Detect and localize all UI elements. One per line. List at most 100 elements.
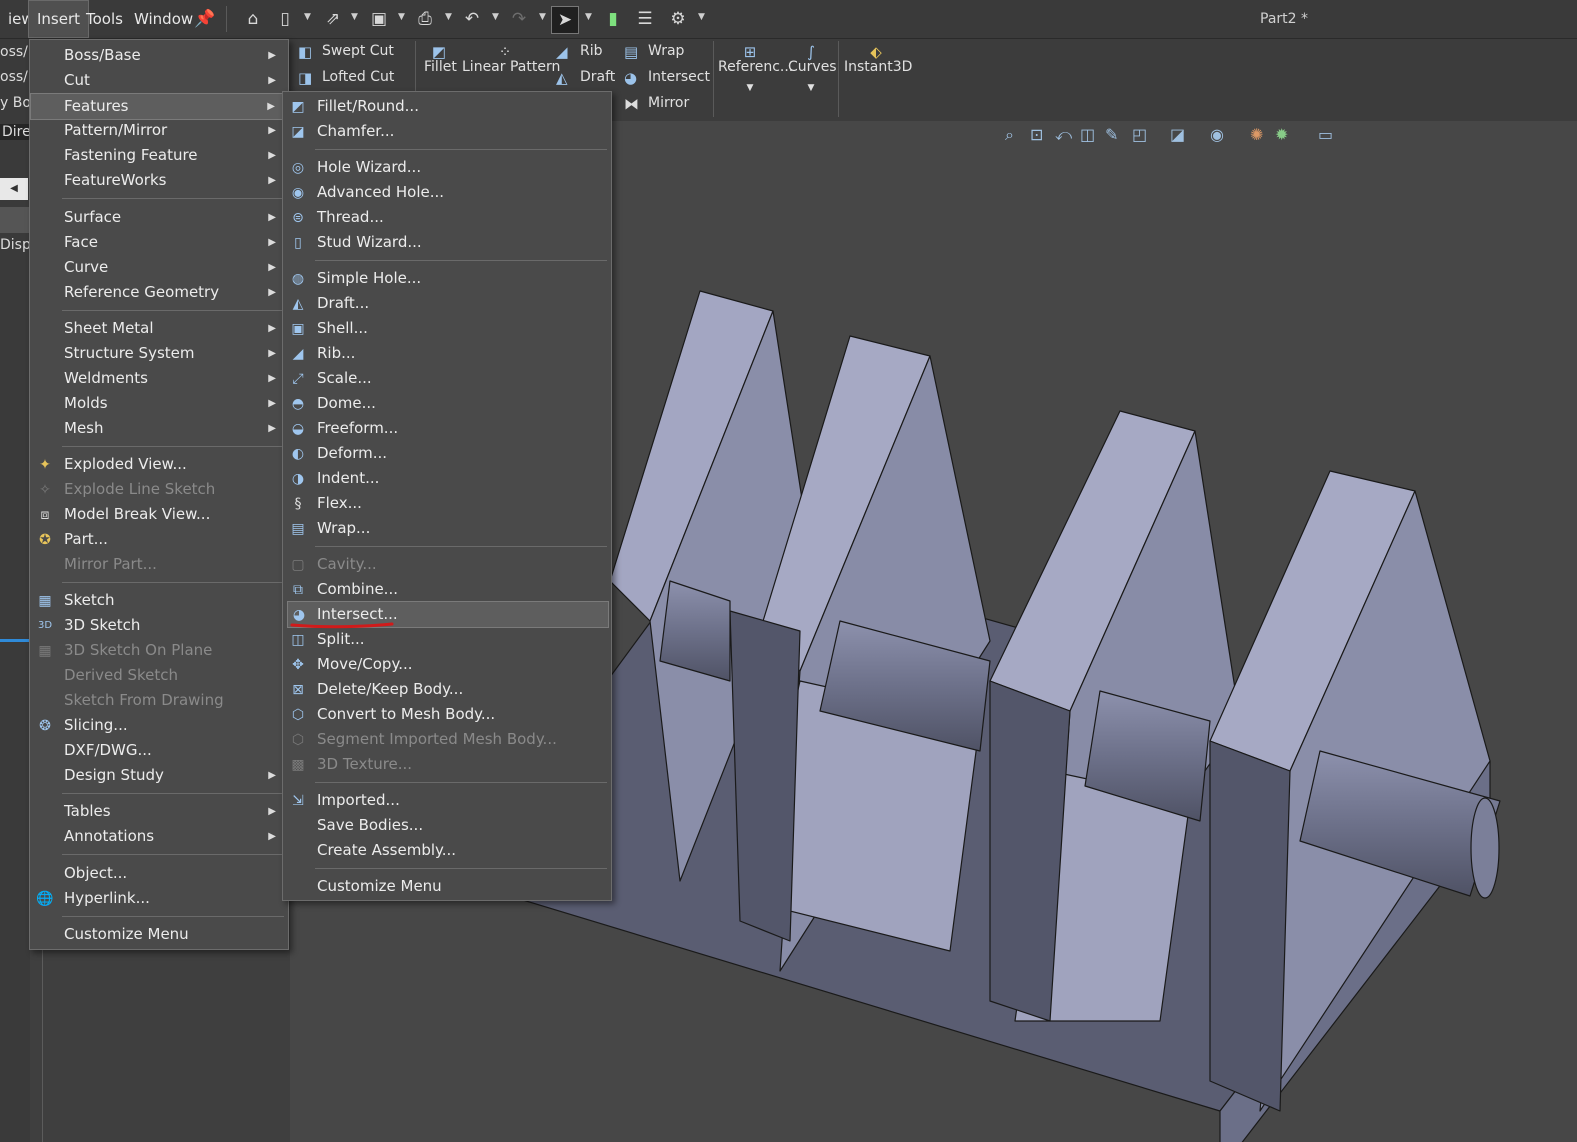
appearance-icon[interactable]: ✺ (1250, 125, 1263, 144)
menu-item-face[interactable]: Face ▶ (30, 230, 288, 255)
redo-icon[interactable]: ↷ (506, 6, 532, 32)
menu-item-convert-to-mesh-body[interactable]: ⬡ Convert to Mesh Body... (283, 702, 611, 727)
zoom-area-icon[interactable]: ⊡ (1030, 125, 1043, 144)
new-document-icon[interactable]: ▯ (272, 6, 298, 32)
chevron-down-icon[interactable]: ▼ (351, 12, 358, 22)
menu-item-tables[interactable]: Tables ▶ (30, 799, 288, 824)
menu-item-shell[interactable]: ▣ Shell... (283, 316, 611, 341)
draft-button[interactable]: ◭ Draft (556, 69, 615, 87)
menu-item-wrap[interactable]: ▤ Wrap... (283, 516, 611, 541)
chevron-down-icon[interactable]: ▼ (445, 12, 452, 22)
menu-item-save-bodies[interactable]: Save Bodies... (283, 813, 611, 838)
menu-item-delete-keep-body[interactable]: ⊠ Delete/Keep Body... (283, 677, 611, 702)
hide-show-icon[interactable]: ◉ (1210, 125, 1224, 144)
open-icon[interactable]: ⇗ (320, 6, 346, 32)
home-icon[interactable]: ⌂ (240, 6, 266, 32)
menu-item-molds[interactable]: Molds ▶ (30, 391, 288, 416)
view-settings-icon[interactable]: ▭ (1318, 125, 1333, 144)
menu-item-mesh[interactable]: Mesh ▶ (30, 416, 288, 441)
gear-icon[interactable]: ⚙ (665, 6, 691, 32)
menu-item-simple-hole[interactable]: ◍ Simple Hole... (283, 266, 611, 291)
save-icon[interactable]: ▣ (366, 6, 392, 32)
menu-item-featureworks[interactable]: FeatureWorks ▶ (30, 168, 288, 193)
curves-button[interactable]: ∫ Curves ▼ (788, 43, 837, 93)
menu-item-hyperlink[interactable]: 🌐 Hyperlink... (30, 886, 288, 911)
zoom-to-fit-icon[interactable]: ⌕ (1005, 125, 1014, 145)
menu-item-customize-menu[interactable]: Customize Menu (283, 874, 611, 899)
menu-item-features[interactable]: Features ▶ (30, 93, 288, 120)
menu-item-design-study[interactable]: Design Study ▶ (30, 763, 288, 788)
menu-item-chamfer[interactable]: ◪ Chamfer... (283, 119, 611, 144)
menu-item-deform[interactable]: ◐ Deform... (283, 441, 611, 466)
intersect-button[interactable]: ◕ Intersect (624, 69, 710, 87)
chevron-down-icon[interactable]: ▼ (788, 83, 834, 93)
dynamic-annotation-icon[interactable]: ✎ (1105, 125, 1118, 144)
chevron-down-icon[interactable]: ▼ (492, 12, 499, 22)
wrap-button[interactable]: ▤ Wrap (624, 43, 684, 61)
menu-tools[interactable]: Tools (78, 0, 131, 38)
menu-item-structure-system[interactable]: Structure System ▶ (30, 341, 288, 366)
menu-item-indent[interactable]: ◑ Indent... (283, 466, 611, 491)
chevron-left-icon[interactable]: ◀ (0, 178, 28, 200)
menu-item-stud-wizard[interactable]: ▯ Stud Wizard... (283, 230, 611, 255)
menu-item-model-break-view[interactable]: ⧈ Model Break View... (30, 502, 288, 527)
menu-item-object[interactable]: Object... (30, 861, 288, 886)
menu-item-freeform[interactable]: ◒ Freeform... (283, 416, 611, 441)
reference-geometry-button[interactable]: ⊞ Referenc... ▼ (718, 43, 793, 93)
rib-button[interactable]: ◢ Rib (556, 43, 603, 61)
menu-item-thread[interactable]: ⊜ Thread... (283, 205, 611, 230)
pin-icon[interactable]: 📌 (192, 6, 218, 32)
menu-item-scale[interactable]: ⤢ Scale... (283, 366, 611, 391)
menu-item-move-copy[interactable]: ✥ Move/Copy... (283, 652, 611, 677)
menu-item-draft[interactable]: ◭ Draft... (283, 291, 611, 316)
view-orientation-icon[interactable]: ◰ (1132, 125, 1147, 144)
menu-item-create-assembly[interactable]: Create Assembly... (283, 838, 611, 863)
linear-pattern-button[interactable]: ⁘ Linear Pattern (462, 43, 560, 75)
menu-item-hole-wizard[interactable]: ◎ Hole Wizard... (283, 155, 611, 180)
menu-item-dxf-dwg[interactable]: DXF/DWG... (30, 738, 288, 763)
menu-item-sketch[interactable]: ▦ Sketch (30, 588, 288, 613)
instant3d-button[interactable]: ⬖ Instant3D (844, 43, 912, 75)
rebuild-icon[interactable]: ▮ (600, 6, 626, 32)
chevron-down-icon[interactable]: ▼ (398, 12, 405, 22)
menu-item-fastening-feature[interactable]: Fastening Feature ▶ (30, 143, 288, 168)
section-view-icon[interactable]: ◫ (1080, 125, 1095, 144)
menu-item-imported[interactable]: ⇲ Imported... (283, 788, 611, 813)
print-icon[interactable]: ⎙ (412, 6, 438, 32)
menu-item-boss-base[interactable]: Boss/Base ▶ (30, 43, 288, 68)
mirror-button[interactable]: ⧓ Mirror (624, 95, 689, 113)
menu-item-rib[interactable]: ◢ Rib... (283, 341, 611, 366)
undo-icon[interactable]: ↶ (459, 6, 485, 32)
menu-item-exploded-view[interactable]: ✦ Exploded View... (30, 452, 288, 477)
menu-item-split[interactable]: ◫ Split... (283, 627, 611, 652)
menu-item-reference-geometry[interactable]: Reference Geometry ▶ (30, 280, 288, 305)
chevron-down-icon[interactable]: ▼ (718, 83, 782, 93)
fillet-button[interactable]: ◩ Fillet (424, 43, 457, 75)
menu-item-advanced-hole[interactable]: ◉ Advanced Hole... (283, 180, 611, 205)
menu-item-sheet-metal[interactable]: Sheet Metal ▶ (30, 316, 288, 341)
menu-item-slicing[interactable]: ❂ Slicing... (30, 713, 288, 738)
chevron-down-icon[interactable]: ▼ (539, 12, 546, 22)
chevron-down-icon[interactable]: ▼ (585, 12, 592, 22)
menu-item-combine[interactable]: ⧉ Combine... (283, 577, 611, 602)
menu-item-dome[interactable]: ◓ Dome... (283, 391, 611, 416)
menu-window[interactable]: Window (126, 0, 201, 38)
lofted-cut-button[interactable]: ◨ Lofted Cut (298, 69, 394, 87)
menu-item-part[interactable]: ✪ Part... (30, 527, 288, 552)
chevron-down-icon[interactable]: ▼ (698, 12, 705, 22)
menu-item-flex[interactable]: § Flex... (283, 491, 611, 516)
menu-item-annotations[interactable]: Annotations ▶ (30, 824, 288, 849)
swept-cut-button[interactable]: ◧ Swept Cut (298, 43, 394, 61)
display-style-icon[interactable]: ◪ (1170, 125, 1185, 144)
menu-item-3d-sketch[interactable]: 3D 3D Sketch (30, 613, 288, 638)
chevron-down-icon[interactable]: ▼ (304, 12, 311, 22)
menu-item-pattern-mirror[interactable]: Pattern/Mirror ▶ (30, 118, 288, 143)
menu-item-curve[interactable]: Curve ▶ (30, 255, 288, 280)
menu-item-fillet-round[interactable]: ◩ Fillet/Round... (283, 94, 611, 119)
menu-item-customize-menu[interactable]: Customize Menu (30, 922, 288, 947)
menu-item-surface[interactable]: Surface ▶ (30, 205, 288, 230)
menu-item-cut[interactable]: Cut ▶ (30, 68, 288, 93)
file-properties-icon[interactable]: ☰ (632, 6, 658, 32)
previous-view-icon[interactable]: ⤺ (1055, 125, 1072, 145)
scene-icon[interactable]: ✹ (1275, 125, 1288, 144)
